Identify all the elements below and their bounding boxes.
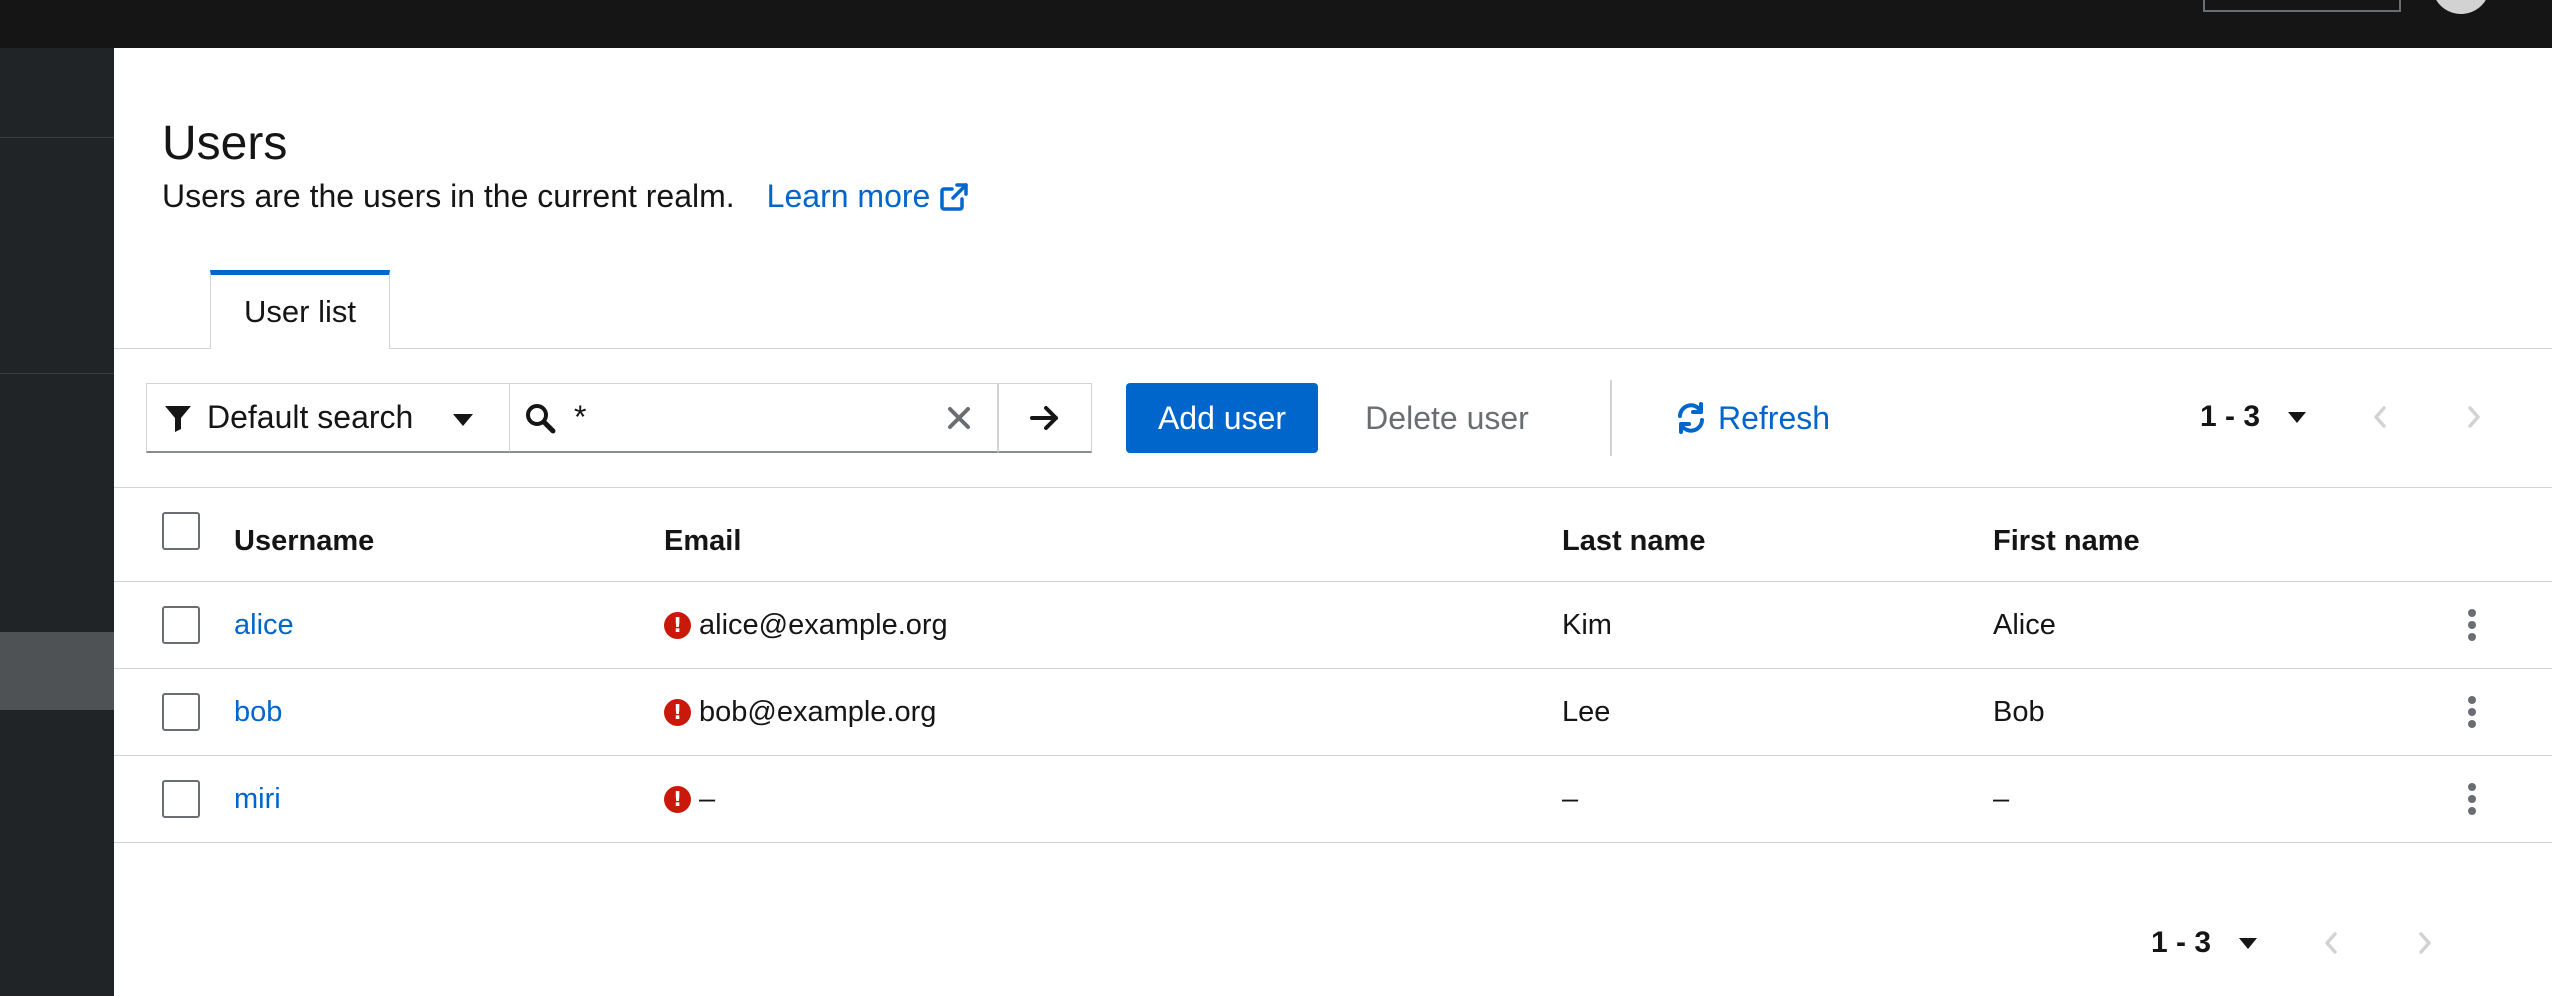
- masthead: [0, 0, 2552, 48]
- search-type-dropdown[interactable]: Default search: [146, 383, 510, 453]
- select-all-checkbox[interactable]: [162, 512, 200, 550]
- column-header-username[interactable]: Username: [234, 488, 374, 581]
- row-select-cell: [162, 582, 200, 668]
- row-select-cell: [162, 756, 200, 842]
- row-checkbox[interactable]: [162, 693, 200, 731]
- chevron-right-icon: [2419, 932, 2431, 954]
- column-header-email[interactable]: Email: [664, 488, 741, 581]
- first-name-cell: –: [1993, 782, 2010, 815]
- add-user-button[interactable]: Add user: [1126, 383, 1318, 453]
- sync-icon: [1678, 402, 1704, 434]
- row-actions-button[interactable]: [2452, 756, 2492, 842]
- sidebar-item[interactable]: [0, 48, 114, 138]
- table-row: bob ! bob@example.org Lee Bob: [114, 669, 2552, 756]
- exclamation-circle-icon: !: [664, 611, 691, 639]
- table-row: miri ! – – –: [114, 756, 2552, 843]
- sidebar-item[interactable]: [0, 138, 114, 374]
- last-name-cell: Lee: [1562, 695, 1611, 728]
- email-cell: ! –: [664, 756, 715, 842]
- next-page-button[interactable]: [2444, 405, 2504, 429]
- tab-label: User list: [244, 294, 356, 329]
- search-submit-button[interactable]: [998, 383, 1092, 453]
- chevron-right-icon: [2468, 406, 2480, 428]
- sidebar-nav: [0, 48, 114, 996]
- username-link[interactable]: alice: [234, 582, 294, 668]
- last-name-cell: –: [1562, 782, 1579, 815]
- main-content: Users Users are the users in the current…: [114, 48, 2552, 996]
- tab-user-list[interactable]: User list: [210, 270, 390, 349]
- page-title: Users: [162, 117, 288, 170]
- pagination-range: 1 - 3: [2151, 926, 2212, 959]
- users-table: Username Email Last name First name alic…: [114, 488, 2552, 843]
- page-description: Users are the users in the current realm…: [162, 178, 970, 215]
- learn-more-link[interactable]: Learn more: [767, 178, 971, 215]
- avatar[interactable]: [2432, 0, 2490, 14]
- row-select-cell: [162, 669, 200, 755]
- chevron-left-icon: [2374, 406, 2386, 428]
- pagination-range-toggle[interactable]: 1 - 3: [2151, 926, 2258, 960]
- kebab-icon: [2468, 696, 2476, 728]
- refresh-label: Refresh: [1718, 399, 1831, 436]
- pagination-range-toggle[interactable]: 1 - 3: [2200, 400, 2307, 434]
- select-all-cell: [162, 488, 200, 581]
- pagination-bottom: 1 - 3: [2151, 926, 2455, 960]
- kebab-icon: [2468, 783, 2476, 815]
- table-row: alice ! alice@example.org Kim Alice: [114, 582, 2552, 669]
- realm-selector[interactable]: [2203, 0, 2401, 12]
- row-checkbox[interactable]: [162, 780, 200, 818]
- column-header-last-name[interactable]: Last name: [1562, 488, 1705, 581]
- arrow-right-icon: [1030, 405, 1058, 430]
- first-name-cell: Bob: [1993, 695, 2045, 728]
- filter-icon: [165, 405, 191, 432]
- search-input[interactable]: *: [510, 383, 998, 453]
- previous-page-button[interactable]: [2301, 931, 2361, 955]
- pagination-range: 1 - 3: [2200, 400, 2261, 433]
- caret-down-icon: [2239, 937, 2258, 949]
- pagination-top: 1 - 3: [2200, 400, 2504, 434]
- email-value: bob@example.org: [699, 695, 937, 728]
- row-checkbox[interactable]: [162, 606, 200, 644]
- username-link[interactable]: miri: [234, 756, 281, 842]
- caret-down-icon: [453, 414, 473, 426]
- refresh-button[interactable]: Refresh: [1674, 383, 1830, 453]
- close-icon[interactable]: [945, 404, 973, 432]
- email-cell: ! alice@example.org: [664, 582, 948, 668]
- kebab-icon: [2468, 609, 2476, 641]
- sidebar-item-users[interactable]: [0, 632, 114, 710]
- learn-more-label: Learn more: [766, 178, 931, 214]
- caret-down-icon: [2288, 411, 2307, 423]
- search-type-label: Default search: [207, 399, 414, 435]
- search-value: *: [574, 399, 587, 435]
- toolbar: Default search * Add user Delete user Re…: [114, 348, 2552, 488]
- last-name-cell: Kim: [1562, 608, 1612, 641]
- search-icon: [526, 403, 556, 433]
- toolbar-divider: [1610, 380, 1612, 456]
- exclamation-circle-icon: !: [664, 785, 691, 813]
- first-name-cell: Alice: [1993, 608, 2056, 641]
- table-header-row: Username Email Last name First name: [114, 488, 2552, 582]
- username-link[interactable]: bob: [234, 669, 282, 755]
- delete-user-button[interactable]: Delete user: [1352, 383, 1542, 453]
- chevron-left-icon: [2325, 932, 2337, 954]
- email-cell: ! bob@example.org: [664, 669, 936, 755]
- email-value: –: [699, 782, 716, 815]
- description-text: Users are the users in the current realm…: [162, 178, 735, 214]
- email-value: alice@example.org: [699, 608, 948, 641]
- column-header-first-name[interactable]: First name: [1993, 488, 2140, 581]
- row-actions-button[interactable]: [2452, 669, 2492, 755]
- next-page-button[interactable]: [2395, 931, 2455, 955]
- row-actions-button[interactable]: [2452, 582, 2492, 668]
- exclamation-circle-icon: !: [664, 698, 691, 726]
- external-link-icon: [940, 182, 969, 211]
- previous-page-button[interactable]: [2350, 405, 2410, 429]
